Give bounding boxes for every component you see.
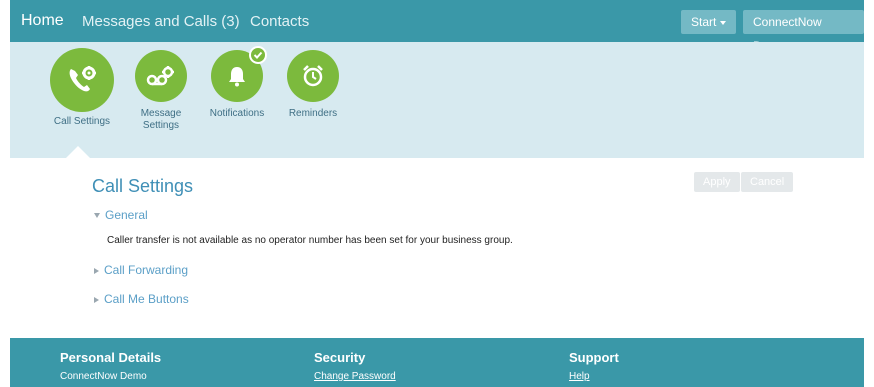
tool-label: Call Settings	[53, 116, 111, 127]
triangle-right-icon	[94, 267, 99, 274]
alarm-clock-icon	[287, 50, 339, 102]
footer-heading: Support	[569, 350, 619, 365]
general-note: Caller transfer is not available as no o…	[107, 235, 513, 246]
apply-button[interactable]: Apply	[694, 172, 740, 192]
account-dropdown-button[interactable]: ConnectNow Demo	[743, 10, 864, 53]
top-navigation: Home Messages and Calls (3) Contacts Sta…	[10, 0, 864, 53]
footer: Personal Details ConnectNow Demo Securit…	[10, 338, 864, 387]
footer-support: Support Help	[569, 350, 619, 382]
call-settings-panel: Call Settings Apply Cancel General Calle…	[10, 158, 864, 338]
start-dropdown-button[interactable]: Start	[681, 10, 737, 34]
triangle-right-icon	[94, 296, 99, 303]
settings-icon-bar: Call Settings Message Settings Notificat…	[10, 42, 864, 158]
tool-call-settings[interactable]: Call Settings	[42, 48, 122, 128]
cancel-button[interactable]: Cancel	[741, 172, 794, 192]
section-label: Call Forwarding	[104, 263, 189, 277]
chevron-down-icon	[720, 20, 727, 25]
section-call-forwarding-toggle[interactable]: Call Forwarding	[94, 263, 188, 277]
help-link[interactable]: Help	[569, 371, 619, 382]
footer-security: Security Change Password	[314, 350, 396, 382]
app-window: Home Messages and Calls (3) Contacts Sta…	[10, 0, 864, 387]
tool-label: Message Settings	[140, 108, 182, 131]
triangle-down-icon	[94, 213, 100, 219]
active-tab-pointer	[66, 146, 90, 158]
footer-personal-details: Personal Details ConnectNow Demo	[60, 350, 161, 382]
voicemail-gear-icon	[135, 50, 187, 102]
phone-gear-icon	[50, 48, 114, 112]
nav-contacts[interactable]: Contacts	[250, 13, 309, 30]
footer-heading: Personal Details	[60, 350, 162, 365]
tool-message-settings[interactable]: Message Settings	[121, 50, 201, 132]
tool-reminders[interactable]: Reminders	[273, 50, 353, 120]
tool-label: Reminders	[288, 108, 338, 119]
section-call-me-buttons-toggle[interactable]: Call Me Buttons	[94, 292, 189, 306]
tool-notifications[interactable]: Notifications	[197, 46, 277, 120]
tool-label: Notifications	[209, 108, 265, 119]
footer-value: ConnectNow Demo	[60, 371, 147, 382]
change-password-link[interactable]: Change Password	[314, 371, 396, 382]
bell-check-icon	[211, 46, 267, 102]
nav-home[interactable]: Home	[21, 12, 64, 30]
check-badge-icon	[249, 46, 267, 64]
page-title: Call Settings	[92, 176, 194, 196]
section-label: General	[105, 208, 148, 222]
section-general-toggle[interactable]: General	[94, 208, 148, 222]
section-label: Call Me Buttons	[104, 292, 189, 306]
footer-heading: Security	[314, 350, 366, 365]
nav-messages-and-calls[interactable]: Messages and Calls (3)	[82, 13, 240, 30]
start-label: Start	[691, 15, 717, 29]
